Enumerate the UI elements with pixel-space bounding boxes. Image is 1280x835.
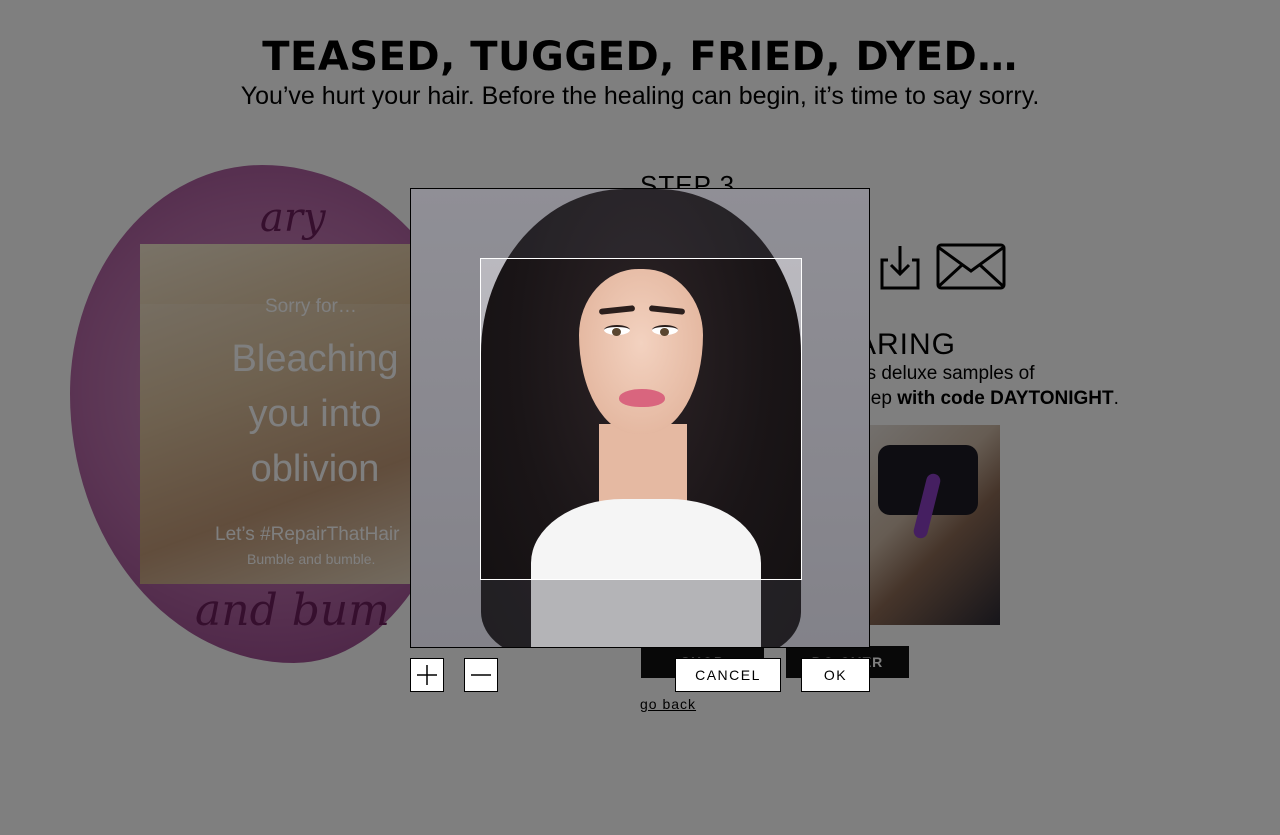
crop-dim-top (411, 189, 869, 258)
crop-selection-box[interactable] (480, 258, 802, 580)
crop-dim-left (411, 258, 480, 580)
minus-icon (471, 674, 491, 676)
zoom-in-button[interactable] (410, 658, 444, 692)
cancel-button[interactable]: CANCEL (675, 658, 781, 692)
zoom-out-button[interactable] (464, 658, 498, 692)
plus-icon (417, 665, 437, 685)
image-cropper[interactable] (410, 188, 870, 648)
crop-dim-right (802, 258, 869, 580)
crop-dim-bottom (411, 580, 869, 647)
ok-button[interactable]: OK (801, 658, 870, 692)
